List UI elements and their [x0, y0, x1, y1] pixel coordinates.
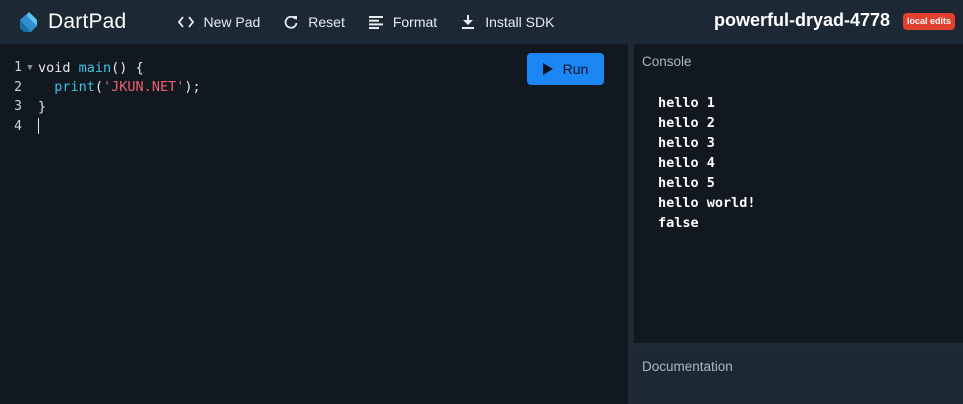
code-brackets-icon	[178, 14, 195, 30]
documentation-title: Documentation	[642, 359, 733, 374]
reset-label: Reset	[308, 14, 345, 30]
console-line: false	[658, 215, 699, 231]
text-cursor	[38, 118, 39, 135]
console-line: hello 2	[658, 115, 715, 131]
brand[interactable]: DartPad	[18, 10, 126, 34]
code-line: 1 ▼ void main() {	[0, 58, 201, 78]
run-label: Run	[562, 61, 589, 77]
indent-token	[38, 79, 54, 95]
punct-token: (	[94, 79, 104, 96]
download-icon	[460, 14, 476, 30]
toolbar-actions: New Pad Reset Format Install SDK	[178, 14, 577, 30]
reset-button[interactable]: Reset	[283, 14, 345, 30]
line-number: 1	[14, 60, 22, 76]
local-edits-badge: local edits	[903, 13, 956, 30]
play-icon	[542, 63, 553, 75]
code-editor[interactable]: 1 ▼ void main() { 2 print('JKUN.NET'); 3…	[0, 44, 628, 404]
install-sdk-button[interactable]: Install SDK	[460, 14, 554, 30]
punct-token: () {	[111, 59, 144, 76]
line-number: 2	[14, 79, 22, 95]
code-area[interactable]: 1 ▼ void main() { 2 print('JKUN.NET'); 3…	[0, 58, 201, 136]
punct-token: );	[184, 79, 201, 96]
console-panel: Console hello 1 hello 2 hello 3 hello 4 …	[634, 44, 963, 343]
line-number: 3	[14, 99, 22, 115]
new-pad-label: New Pad	[203, 14, 261, 30]
code-line: 3 }	[0, 97, 201, 117]
format-align-icon	[368, 14, 384, 30]
console-line: hello 5	[658, 175, 715, 191]
console-line: hello world!	[658, 195, 756, 211]
line-number: 4	[14, 118, 22, 134]
keyword-token: void	[38, 59, 79, 76]
install-sdk-label: Install SDK	[485, 14, 555, 30]
refresh-icon	[283, 14, 299, 30]
format-button[interactable]: Format	[368, 14, 437, 30]
code-line: 4	[0, 117, 201, 137]
console-line: hello 3	[658, 135, 715, 151]
fold-arrow-icon[interactable]: ▼	[22, 63, 38, 73]
console-output: hello 1 hello 2 hello 3 hello 4 hello 5 …	[658, 93, 756, 233]
console-title: Console	[642, 54, 692, 69]
string-token: 'JKUN.NET'	[103, 79, 185, 96]
function-token: print	[54, 79, 95, 96]
app-name: DartPad	[48, 10, 127, 33]
code-line: 2 print('JKUN.NET');	[0, 78, 201, 98]
new-pad-button[interactable]: New Pad	[178, 14, 260, 30]
top-bar: DartPad New Pad Reset Format Install SDK	[0, 0, 963, 44]
function-token: main	[78, 59, 112, 76]
format-label: Format	[392, 14, 438, 30]
punct-token: }	[38, 98, 47, 115]
pad-title[interactable]: powerful-dryad-4778	[714, 10, 890, 31]
run-button[interactable]: Run	[527, 53, 604, 85]
dart-logo-icon	[20, 12, 37, 32]
console-line: hello 1	[658, 95, 715, 111]
documentation-panel: Documentation	[634, 349, 963, 404]
console-line: hello 4	[658, 155, 715, 171]
